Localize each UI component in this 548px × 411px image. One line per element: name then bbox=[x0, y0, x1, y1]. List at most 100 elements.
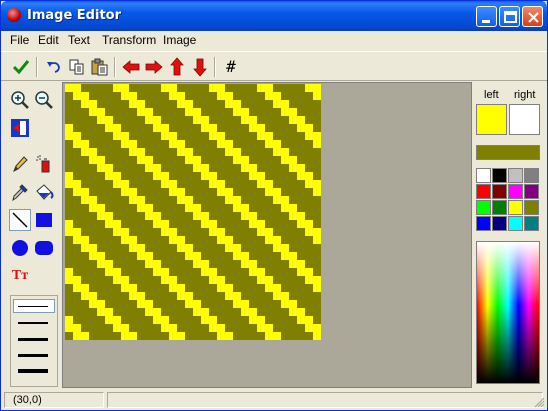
image-pixel bbox=[137, 148, 145, 156]
maximize-button[interactable] bbox=[499, 6, 520, 27]
line-width-option[interactable] bbox=[18, 306, 48, 307]
palette-color-cell[interactable] bbox=[476, 216, 491, 231]
grid-icon[interactable]: # bbox=[220, 56, 242, 78]
palette-color-cell[interactable] bbox=[524, 216, 539, 231]
image-pixel bbox=[257, 180, 265, 188]
ellipse-tool[interactable] bbox=[9, 237, 31, 259]
resize-grip-icon[interactable] bbox=[533, 396, 545, 408]
menu-edit[interactable]: Edit bbox=[38, 33, 59, 47]
palette-color-cell[interactable] bbox=[508, 200, 523, 215]
image-pixel bbox=[73, 84, 81, 92]
zoom-in-icon[interactable] bbox=[9, 89, 31, 111]
image-pixel bbox=[121, 180, 129, 188]
image-pixel bbox=[161, 268, 169, 276]
image-pixel bbox=[233, 100, 241, 108]
image-pixel bbox=[225, 332, 233, 340]
image-pixel bbox=[145, 156, 153, 164]
palette-color-cell[interactable] bbox=[476, 168, 491, 183]
image-pixel bbox=[105, 220, 113, 228]
rounded-rectangle-tool[interactable] bbox=[33, 237, 55, 259]
palette-color-cell[interactable] bbox=[524, 184, 539, 199]
line-tool[interactable] bbox=[9, 209, 31, 231]
palette-color-cell[interactable] bbox=[476, 200, 491, 215]
text-tool[interactable]: Tт bbox=[9, 265, 31, 287]
palette-color-cell[interactable] bbox=[492, 168, 507, 183]
image-pixel bbox=[281, 108, 289, 116]
shift-right-icon[interactable] bbox=[143, 56, 165, 78]
left-color-swatch[interactable] bbox=[476, 104, 507, 135]
close-button[interactable] bbox=[522, 6, 543, 27]
image-pixel bbox=[153, 124, 161, 132]
image-pixel bbox=[113, 276, 121, 284]
image-pixel bbox=[241, 116, 249, 124]
undo-icon[interactable] bbox=[43, 56, 65, 78]
status-bar: (30,0) bbox=[1, 390, 547, 410]
image-pixel bbox=[201, 316, 209, 324]
paste-icon[interactable] bbox=[89, 56, 111, 78]
color-palette bbox=[476, 168, 540, 234]
image-pixel bbox=[201, 116, 209, 124]
color-spectrum[interactable] bbox=[476, 241, 540, 384]
image-pixel bbox=[305, 172, 313, 180]
palette-color-cell[interactable] bbox=[508, 216, 523, 231]
image-pixel bbox=[273, 100, 281, 108]
menu-transform[interactable]: Transform bbox=[102, 33, 156, 47]
palette-color-cell[interactable] bbox=[508, 184, 523, 199]
image-pixel bbox=[233, 292, 241, 300]
image-pixel bbox=[209, 276, 217, 284]
image-pixel bbox=[297, 268, 305, 276]
palette-color-cell[interactable] bbox=[476, 184, 491, 199]
shift-down-icon[interactable] bbox=[189, 56, 211, 78]
image-canvas[interactable] bbox=[65, 84, 321, 340]
right-color-swatch[interactable] bbox=[509, 104, 540, 135]
image-pixel bbox=[97, 156, 105, 164]
image-pixel bbox=[177, 188, 185, 196]
palette-color-cell[interactable] bbox=[492, 184, 507, 199]
palette-color-cell[interactable] bbox=[508, 168, 523, 183]
zoom-out-icon[interactable] bbox=[33, 89, 55, 111]
image-pixel bbox=[257, 124, 265, 132]
image-pixel bbox=[177, 236, 185, 244]
copy-icon[interactable] bbox=[66, 56, 88, 78]
menu-text[interactable]: Text bbox=[68, 33, 90, 47]
rectangle-tool[interactable] bbox=[33, 209, 55, 231]
line-width-option[interactable] bbox=[18, 322, 48, 324]
image-pixel bbox=[113, 228, 121, 236]
image-pixel bbox=[249, 308, 257, 316]
palette-color-cell[interactable] bbox=[492, 216, 507, 231]
line-width-option[interactable] bbox=[18, 354, 48, 357]
image-pixel bbox=[169, 332, 177, 340]
line-width-option[interactable] bbox=[18, 369, 48, 373]
palette-color-cell[interactable] bbox=[492, 200, 507, 215]
color-picker-icon[interactable] bbox=[9, 181, 31, 203]
shift-up-icon[interactable] bbox=[166, 56, 188, 78]
image-pixel bbox=[193, 156, 201, 164]
image-pixel bbox=[81, 196, 89, 204]
menu-file[interactable]: File bbox=[10, 33, 29, 47]
canvas-area[interactable] bbox=[62, 82, 472, 388]
image-pixel bbox=[97, 260, 105, 268]
image-pixel bbox=[161, 132, 169, 140]
fit-to-window-icon[interactable] bbox=[9, 117, 31, 139]
image-pixel bbox=[137, 196, 145, 204]
toolbar: # bbox=[1, 51, 547, 81]
airbrush-icon[interactable] bbox=[33, 153, 55, 175]
palette-color-cell[interactable] bbox=[524, 200, 539, 215]
image-pixel bbox=[177, 196, 185, 204]
shift-left-icon[interactable] bbox=[120, 56, 142, 78]
image-pixel bbox=[241, 156, 249, 164]
apply-check-icon[interactable] bbox=[10, 56, 32, 78]
image-pixel bbox=[313, 284, 321, 292]
app-icon[interactable] bbox=[7, 8, 21, 22]
palette-color-cell[interactable] bbox=[524, 168, 539, 183]
minimize-button[interactable] bbox=[476, 6, 497, 27]
image-pixel bbox=[97, 116, 105, 124]
line-width-option[interactable] bbox=[18, 338, 48, 341]
image-pixel bbox=[281, 292, 289, 300]
image-pixel bbox=[289, 108, 297, 116]
menu-bar: File Edit Text Transform Image bbox=[1, 31, 547, 50]
title-bar[interactable]: Image Editor bbox=[1, 1, 547, 31]
fill-bucket-icon[interactable] bbox=[33, 181, 55, 203]
pencil-icon[interactable] bbox=[9, 153, 31, 175]
menu-image[interactable]: Image bbox=[163, 33, 196, 47]
